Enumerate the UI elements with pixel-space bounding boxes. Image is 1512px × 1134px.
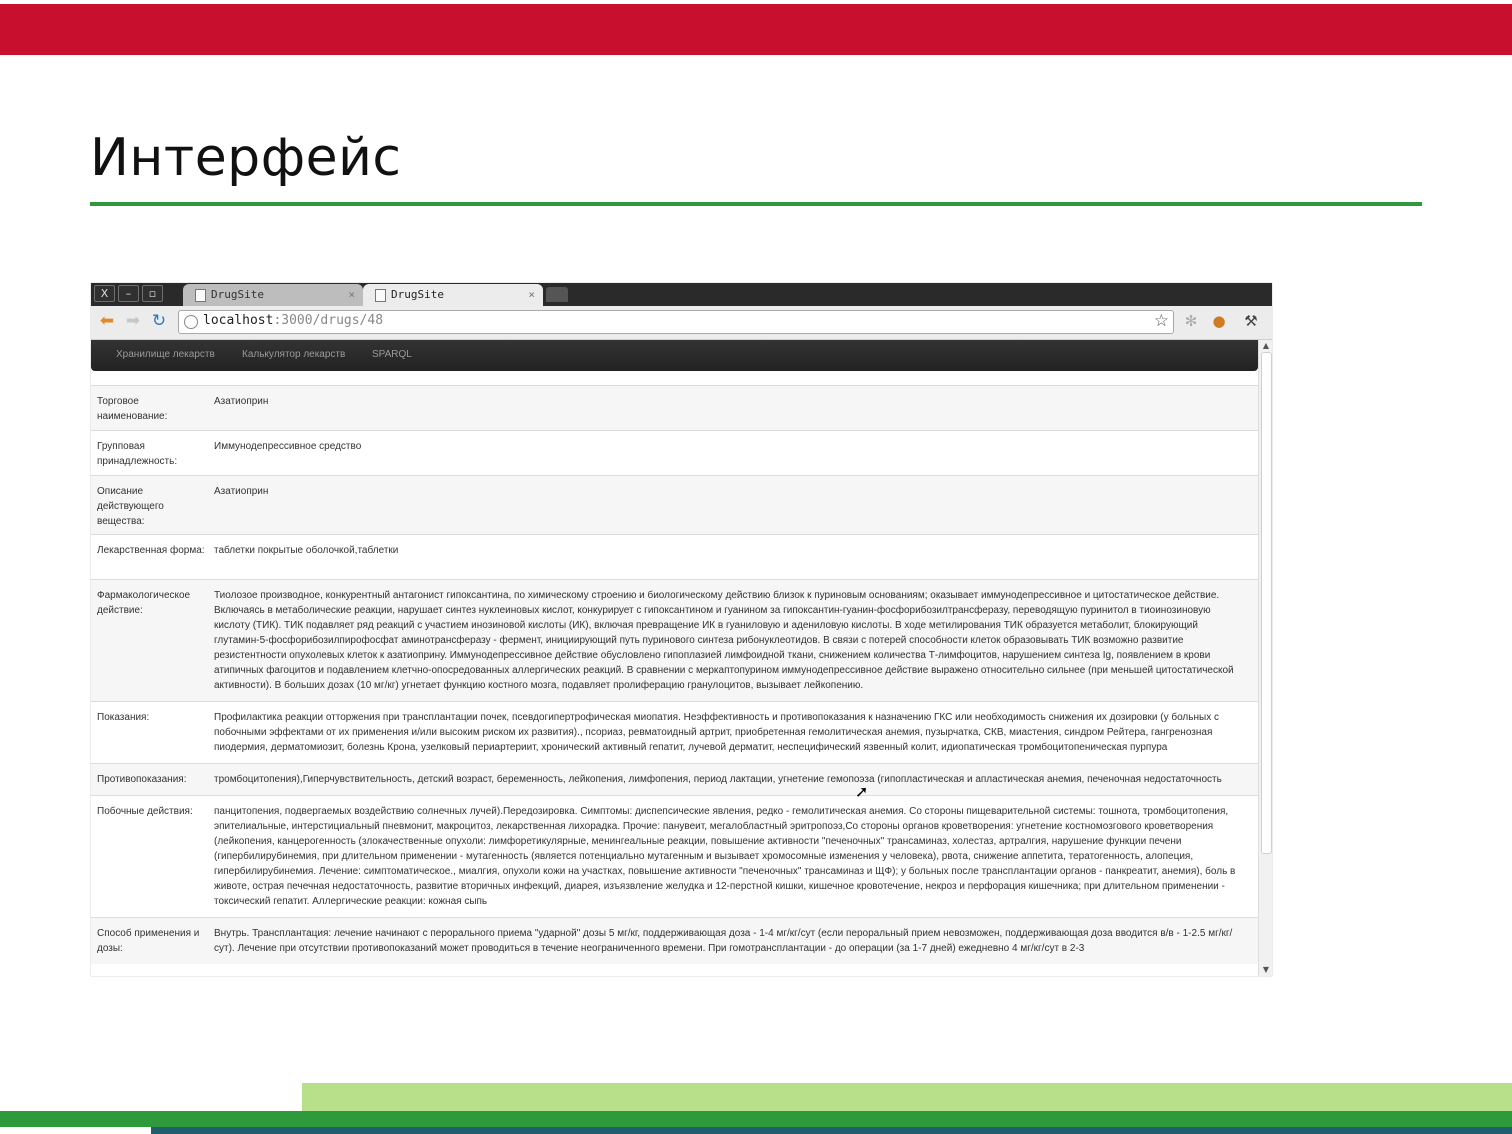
footer-green-band xyxy=(0,1111,1512,1127)
scroll-down-arrow-icon[interactable]: ▼ xyxy=(1261,965,1271,975)
minimize-window-button[interactable]: – xyxy=(118,285,139,302)
row-value: таблетки покрытые оболочкой,таблетки xyxy=(214,545,399,556)
row-value: панцитопения, подвергаемых воздействию с… xyxy=(214,806,1236,907)
table-row: Способ применения и дозы: Внутрь. Трансп… xyxy=(91,917,1258,964)
maximize-window-button[interactable]: ▫ xyxy=(142,285,163,302)
row-value: тромбоцитопения),Гиперчувствительность, … xyxy=(214,774,1222,785)
address-bar[interactable]: localhost:3000/drugs/48 ☆ xyxy=(178,310,1174,334)
tab-drugsite-2[interactable]: DrugSite × xyxy=(363,284,543,306)
table-row: Лекарственная форма: таблетки покрытые о… xyxy=(91,534,1258,579)
row-value: Внутрь. Трансплантация: лечение начинают… xyxy=(214,928,1233,954)
table-row: Фармакологическое действие: Тиолозое про… xyxy=(91,579,1258,701)
row-label: Описание действующего вещества: xyxy=(97,486,164,527)
footer-light-band xyxy=(302,1083,1512,1112)
new-tab-button[interactable] xyxy=(546,287,568,302)
tab-label: DrugSite xyxy=(391,288,444,301)
table-row: Групповая принадлежность: Иммунодепресси… xyxy=(91,430,1258,475)
row-value: Иммунодепрессивное средство xyxy=(214,441,362,452)
close-window-button[interactable]: X xyxy=(94,285,115,302)
row-label: Противопоказания: xyxy=(97,774,187,785)
wrench-menu-icon[interactable]: ⚒ xyxy=(1242,312,1260,330)
bookmark-star-icon[interactable]: ☆ xyxy=(1154,311,1169,331)
table-row: Торговое наименование: Азатиоприн xyxy=(91,385,1258,430)
row-value: Азатиоприн xyxy=(214,486,269,497)
row-value: Азатиоприн xyxy=(214,396,269,407)
globe-icon xyxy=(184,315,198,329)
browser-window: X – ▫ DrugSite × DrugSite × ⬅ ➡ ↻ localh… xyxy=(91,283,1272,976)
tab-drugsite-1[interactable]: DrugSite × xyxy=(183,284,363,306)
page-viewport: Хранилище лекарств Калькулятор лекарств … xyxy=(91,340,1258,976)
drug-details-table: Торговое наименование: Азатиоприн Группо… xyxy=(91,385,1258,964)
footer-blue-band xyxy=(151,1127,1512,1134)
row-label: Побочные действия: xyxy=(97,806,193,817)
row-label: Лекарственная форма: xyxy=(97,545,205,556)
cookie-extension-icon[interactable]: ● xyxy=(1210,312,1228,330)
table-row: Противопоказания: тромбоцитопения),Гипер… xyxy=(91,763,1258,795)
table-row: Побочные действия: панцитопения, подверг… xyxy=(91,795,1258,917)
site-navbar: Хранилище лекарств Калькулятор лекарств … xyxy=(91,340,1258,371)
slide-title: Интерфейс xyxy=(90,128,402,188)
title-rule xyxy=(90,202,1422,206)
row-label: Показания: xyxy=(97,712,150,723)
row-label: Способ применения и дозы: xyxy=(97,928,200,954)
nav-link-drug-storage[interactable]: Хранилище лекарств xyxy=(116,349,215,360)
vertical-scrollbar[interactable]: ▲ ▼ xyxy=(1258,340,1272,976)
row-label: Фармакологическое действие: xyxy=(97,590,191,616)
close-tab-icon[interactable]: × xyxy=(348,284,355,306)
forward-arrow-icon[interactable]: ➡ xyxy=(123,311,143,331)
tab-strip: X – ▫ DrugSite × DrugSite × xyxy=(91,283,1272,306)
url-text: localhost:3000/drugs/48 xyxy=(203,313,384,328)
row-label: Групповая принадлежность: xyxy=(97,441,178,467)
close-tab-icon[interactable]: × xyxy=(528,284,535,306)
back-arrow-icon[interactable]: ⬅ xyxy=(97,311,117,331)
nav-link-drug-calculator[interactable]: Калькулятор лекарств xyxy=(242,349,345,360)
table-row: Описание действующего вещества: Азатиопр… xyxy=(91,475,1258,534)
row-label: Торговое наименование: xyxy=(97,396,168,422)
page-icon xyxy=(375,289,386,302)
paw-extension-icon[interactable]: ✻ xyxy=(1182,312,1200,330)
page-icon xyxy=(195,289,206,302)
table-row: Показания: Профилактика реакции отторжен… xyxy=(91,701,1258,763)
row-value: Тиолозое производное, конкурентный антаг… xyxy=(214,590,1234,691)
nav-link-sparql[interactable]: SPARQL xyxy=(372,349,412,360)
mouse-pointer-icon: ➚ xyxy=(855,782,869,801)
row-value: Профилактика реакции отторжения при тран… xyxy=(214,712,1219,753)
scrollbar-thumb[interactable] xyxy=(1261,352,1272,854)
slide-top-bar xyxy=(0,4,1512,55)
tab-label: DrugSite xyxy=(211,288,264,301)
browser-toolbar: ⬅ ➡ ↻ localhost:3000/drugs/48 ☆ ✻ ● ⚒ xyxy=(91,306,1272,340)
scroll-up-arrow-icon[interactable]: ▲ xyxy=(1261,341,1271,351)
reload-icon[interactable]: ↻ xyxy=(149,311,169,331)
